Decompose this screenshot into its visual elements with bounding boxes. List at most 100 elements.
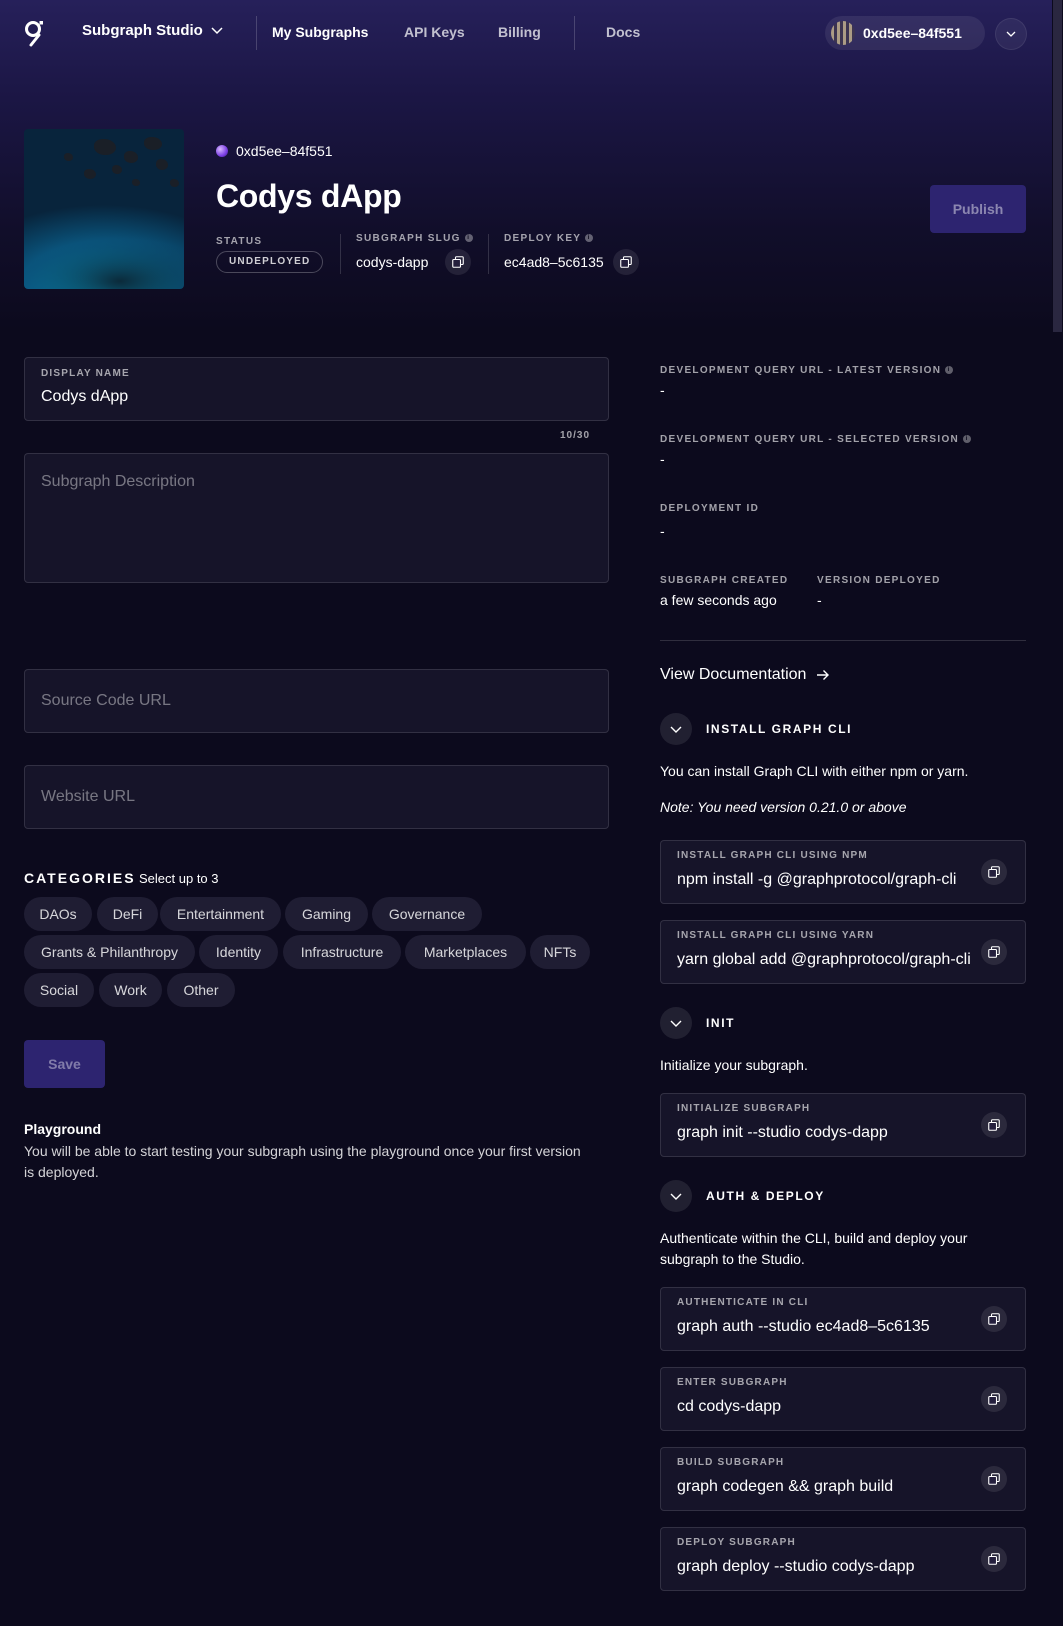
avatar xyxy=(831,21,855,45)
deploy-subgraph-block: DEPLOY SUBGRAPH graph deploy --studio co… xyxy=(660,1527,1026,1591)
category-chip-infrastructure[interactable]: Infrastructure xyxy=(283,935,401,969)
category-chip-governance[interactable]: Governance xyxy=(372,897,482,931)
owner-address: 0xd5ee–84f551 xyxy=(236,143,333,159)
status-badge: UNDEPLOYED xyxy=(216,251,324,273)
install-cli-title: INSTALL GRAPH CLI xyxy=(706,722,853,736)
info-icon[interactable]: i xyxy=(464,234,473,243)
copy-icon xyxy=(988,1119,1000,1131)
arrow-right-icon xyxy=(817,670,830,680)
copy-icon xyxy=(452,256,464,268)
copy-button[interactable] xyxy=(981,1112,1007,1138)
chevron-down-icon xyxy=(211,26,223,34)
auth-deploy-section-header[interactable]: AUTH & DEPLOY xyxy=(660,1180,825,1212)
owner-info: 0xd5ee–84f551 xyxy=(216,143,333,159)
copy-icon xyxy=(988,1393,1000,1405)
doc-link-label: View Documentation xyxy=(660,666,807,683)
info-icon[interactable]: i xyxy=(585,234,594,243)
category-chip-grants[interactable]: Grants & Philanthropy xyxy=(24,935,195,969)
selected-url-value: - xyxy=(660,451,665,467)
copy-icon xyxy=(988,866,1000,878)
category-chip-entertainment[interactable]: Entertainment xyxy=(160,897,281,931)
categories-title: CATEGORIES xyxy=(24,870,136,886)
nav-my-subgraphs[interactable]: My Subgraphs xyxy=(272,24,368,40)
category-chip-marketplaces[interactable]: Marketplaces xyxy=(405,935,526,969)
code-command[interactable]: npm install -g @graphprotocol/graph-cli xyxy=(677,871,956,889)
category-chip-other[interactable]: Other xyxy=(167,973,235,1007)
category-chip-social[interactable]: Social xyxy=(24,973,94,1007)
code-command[interactable]: graph auth --studio ec4ad8–5c6135 xyxy=(677,1318,930,1336)
collapse-toggle[interactable] xyxy=(660,1180,692,1212)
publish-button[interactable]: Publish xyxy=(930,185,1026,233)
init-block: INITIALIZE SUBGRAPH graph init --studio … xyxy=(660,1093,1026,1157)
code-command[interactable]: graph deploy --studio codys-dapp xyxy=(677,1558,914,1576)
code-command[interactable]: graph codegen && graph build xyxy=(677,1478,893,1496)
copy-button[interactable] xyxy=(981,1546,1007,1572)
scrollbar[interactable] xyxy=(1052,0,1063,1626)
save-button[interactable]: Save xyxy=(24,1040,105,1088)
category-chip-gaming[interactable]: Gaming xyxy=(285,897,368,931)
chevron-down-icon xyxy=(670,726,682,733)
code-command[interactable]: yarn global add @graphprotocol/graph-cli xyxy=(677,951,971,969)
copy-button[interactable] xyxy=(981,939,1007,965)
info-icon[interactable]: i xyxy=(963,435,972,444)
meta-divider xyxy=(488,234,489,274)
copy-icon xyxy=(620,256,632,268)
source-code-url-field[interactable]: Source Code URL xyxy=(24,669,609,733)
copy-button[interactable] xyxy=(981,1386,1007,1412)
top-nav: Subgraph Studio My Subgraphs API Keys Bi… xyxy=(0,0,1052,66)
deploy-key-label: DEPLOY KEY i xyxy=(504,233,594,244)
playground-text: You will be able to start testing your s… xyxy=(24,1143,581,1180)
auth-deploy-text: Authenticate within the CLI, build and d… xyxy=(660,1230,968,1267)
display-name-field[interactable]: DISPLAY NAME Codys dApp xyxy=(24,357,609,421)
category-chip-daos[interactable]: DAOs xyxy=(24,897,92,931)
install-cli-text: You can install Graph CLI with either np… xyxy=(660,763,969,779)
copy-slug-button[interactable] xyxy=(445,249,471,275)
status-label: STATUS xyxy=(216,236,263,247)
category-chip-defi[interactable]: DeFi xyxy=(97,897,158,931)
version-deployed-value: - xyxy=(817,592,822,608)
latest-url-label: DEVELOPMENT QUERY URL - LATEST VERSION i xyxy=(660,365,954,376)
scrollbar-thumb[interactable] xyxy=(1053,0,1062,332)
copy-button[interactable] xyxy=(981,1306,1007,1332)
char-counter: 10/30 xyxy=(560,430,591,441)
account-menu-button[interactable] xyxy=(995,18,1027,50)
collapse-toggle[interactable] xyxy=(660,713,692,745)
nav-billing[interactable]: Billing xyxy=(498,24,541,40)
account-button[interactable]: 0xd5ee–84f551 xyxy=(825,16,985,50)
selected-url-label: DEVELOPMENT QUERY URL - SELECTED VERSION… xyxy=(660,434,972,445)
collapse-toggle[interactable] xyxy=(660,1007,692,1039)
studio-switcher[interactable]: Subgraph Studio xyxy=(82,22,223,39)
nav-divider xyxy=(574,16,575,50)
deployment-id-value: - xyxy=(660,523,665,539)
view-documentation-link[interactable]: View Documentation xyxy=(660,666,830,684)
copy-icon xyxy=(988,1553,1000,1565)
copy-icon xyxy=(988,1313,1000,1325)
display-name-value: Codys dApp xyxy=(41,388,129,405)
copy-icon xyxy=(988,946,1000,958)
copy-deploy-key-button[interactable] xyxy=(613,249,639,275)
copy-button[interactable] xyxy=(981,1466,1007,1492)
init-section-header[interactable]: INIT xyxy=(660,1007,735,1039)
install-cli-section-header[interactable]: INSTALL GRAPH CLI xyxy=(660,713,852,745)
init-text: Initialize your subgraph. xyxy=(660,1057,808,1073)
slug-label: SUBGRAPH SLUG i xyxy=(356,233,473,244)
info-icon[interactable]: i xyxy=(945,366,954,375)
code-command[interactable]: cd codys-dapp xyxy=(677,1398,781,1416)
studio-label: Subgraph Studio xyxy=(82,22,203,39)
yarn-install-block: INSTALL GRAPH CLI USING YARN yarn global… xyxy=(660,920,1026,984)
website-url-field[interactable]: Website URL xyxy=(24,765,609,829)
category-chip-identity[interactable]: Identity xyxy=(199,935,278,969)
category-chip-nfts[interactable]: NFTs xyxy=(530,935,590,969)
description-field[interactable]: Subgraph Description xyxy=(24,453,609,583)
latest-url-value: - xyxy=(660,382,665,398)
slug-value: codys-dapp xyxy=(356,254,429,270)
subgraph-cover-image[interactable] xyxy=(24,129,184,289)
nav-api-keys[interactable]: API Keys xyxy=(404,24,465,40)
nav-docs[interactable]: Docs xyxy=(606,24,640,40)
category-chip-work[interactable]: Work xyxy=(99,973,162,1007)
graph-logo-icon[interactable] xyxy=(24,20,44,48)
code-command[interactable]: graph init --studio codys-dapp xyxy=(677,1124,888,1142)
owner-avatar xyxy=(216,145,228,157)
copy-button[interactable] xyxy=(981,859,1007,885)
deployment-id-label: DEPLOYMENT ID xyxy=(660,503,760,514)
